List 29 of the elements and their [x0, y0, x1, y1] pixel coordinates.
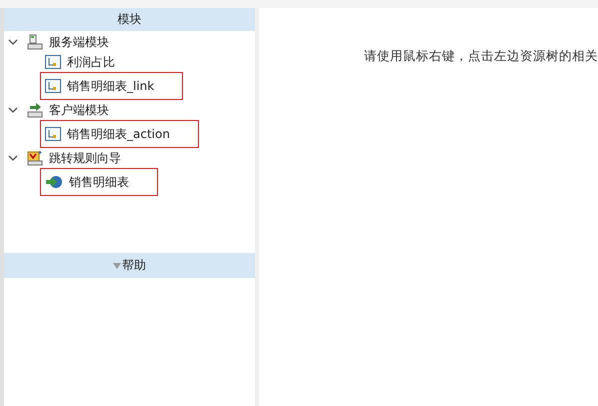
chevron-down-icon[interactable] [8, 105, 18, 115]
tree-item-label: 销售明细表_action [67, 126, 170, 142]
report-icon [45, 127, 61, 141]
help-header[interactable]: 帮助 [4, 253, 255, 278]
tree-item[interactable]: 跳转规则向导 [22, 147, 126, 169]
tree-item-label: 销售明细表_link [67, 78, 154, 94]
triangle-down-icon [113, 262, 121, 268]
server-module-icon [27, 34, 43, 50]
tree-item[interactable]: 销售明细表_link [40, 72, 184, 100]
tree-item-label: 跳转规则向导 [49, 150, 121, 166]
report-icon [45, 79, 61, 93]
tree-item[interactable]: 销售明细表_action [40, 120, 199, 148]
client-module-icon [27, 102, 43, 118]
panel-header[interactable]: 模块 [4, 8, 255, 31]
tree-item-label: 销售明细表 [69, 174, 129, 190]
jump-arrow-icon [45, 175, 63, 189]
report-icon [45, 55, 61, 69]
tree-item[interactable]: 销售明细表 [40, 168, 158, 196]
instruction-text: 请使用鼠标右键，点击左边资源树的相关 [364, 48, 598, 65]
tree-item[interactable]: 服务端模块 [22, 31, 114, 53]
tree-item-label: 客户端模块 [49, 102, 109, 118]
tree-item[interactable]: 客户端模块 [22, 99, 114, 121]
tree-item-label: 服务端模块 [49, 34, 109, 50]
chevron-down-icon[interactable] [8, 37, 18, 47]
tree-item[interactable]: 利润占比 [40, 51, 120, 73]
tree-item-label: 利润占比 [67, 54, 115, 70]
help-title: 帮助 [122, 257, 146, 274]
wizard-icon [27, 150, 43, 166]
chevron-down-icon[interactable] [8, 153, 18, 163]
